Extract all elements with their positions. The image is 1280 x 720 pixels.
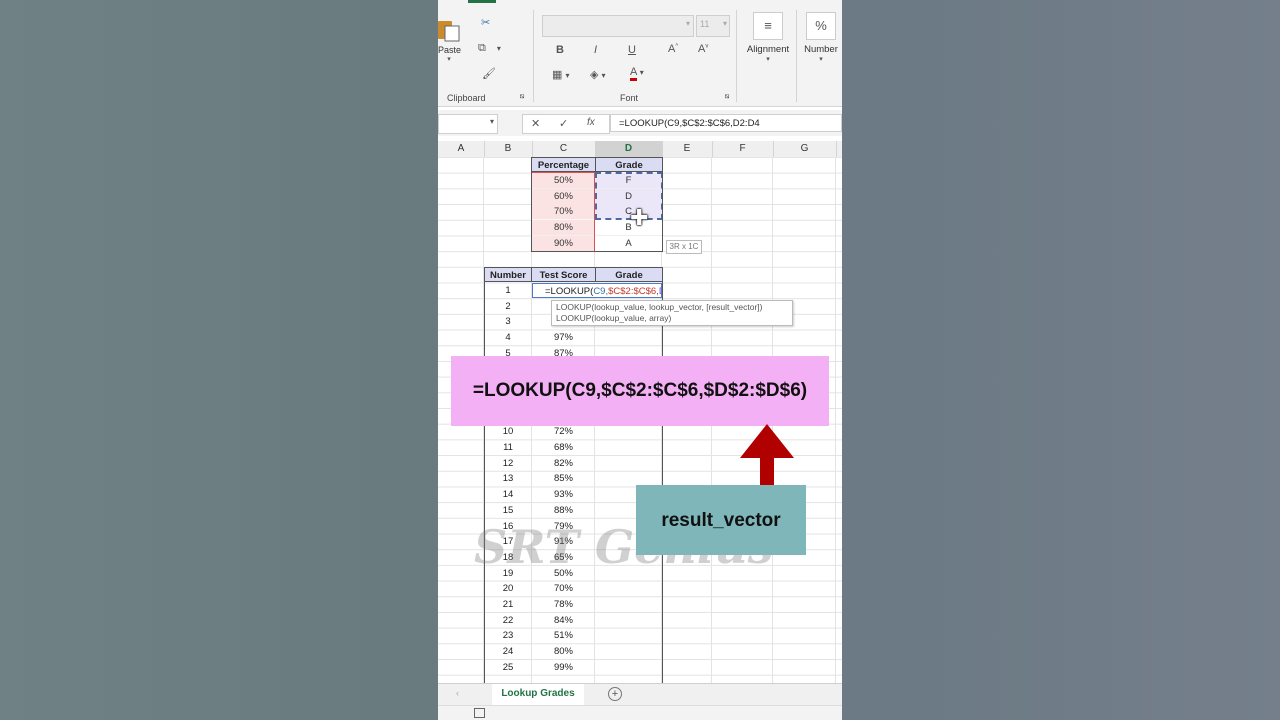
cut-button[interactable]: ✂ bbox=[481, 16, 490, 29]
function-tooltip: LOOKUP(lookup_value, lookup_vector, [res… bbox=[551, 300, 793, 326]
editing-cell[interactable]: =LOOKUP(C9,$C$2:$C$6,D2:D4 bbox=[532, 283, 662, 298]
percent-icon: % bbox=[806, 12, 836, 40]
format-painter-button[interactable]: 🖌 bbox=[482, 67, 496, 80]
paste-label: Paste bbox=[438, 45, 462, 55]
copy-button[interactable]: ⧉ ▾ bbox=[478, 42, 501, 55]
chevron-down-icon: ▾ bbox=[565, 71, 570, 80]
column-header-g[interactable]: G bbox=[773, 141, 837, 157]
status-bar bbox=[438, 705, 842, 720]
scroll-left-icon[interactable]: ‹ bbox=[456, 688, 459, 698]
clipboard-icon bbox=[438, 21, 460, 42]
font-size-select[interactable]: 11 ▾ bbox=[696, 15, 730, 37]
borders-button[interactable]: ▦ ▾ bbox=[552, 68, 569, 81]
divider bbox=[796, 10, 797, 102]
gridline bbox=[835, 157, 836, 683]
dialog-launcher-icon[interactable]: ⧅ bbox=[520, 93, 524, 101]
selection-size-hint: 3R x 1C bbox=[666, 240, 702, 254]
bold-button[interactable]: B bbox=[556, 44, 564, 56]
underline-button[interactable]: U bbox=[628, 44, 636, 56]
macro-recorder-icon[interactable] bbox=[474, 708, 485, 718]
scissors-icon: ✂ bbox=[481, 17, 491, 29]
italic-button[interactable]: I bbox=[594, 44, 597, 56]
divider bbox=[736, 10, 737, 102]
chevron-down-icon: ▾ bbox=[766, 56, 770, 63]
add-sheet-icon[interactable]: + bbox=[608, 687, 622, 701]
enter-icon[interactable]: ✓ bbox=[559, 117, 568, 130]
chevron-down-icon: ▾ bbox=[722, 19, 727, 28]
align-lines-icon: ≡ bbox=[753, 12, 783, 40]
chevron-down-icon: ▾ bbox=[639, 68, 644, 77]
paste-button[interactable]: Paste ▾ bbox=[438, 18, 462, 63]
formula-banner: =LOOKUP(C9,$C$2:$C$6,$D$2:$D$6) bbox=[451, 356, 829, 426]
formula-part-arg2: $C$2:$C$6, bbox=[608, 286, 659, 297]
chevron-down-icon: ▾ bbox=[447, 56, 451, 63]
formula-controls: ✕ ✓ fx bbox=[522, 114, 610, 134]
paint-bucket-icon: ◈ bbox=[590, 69, 599, 81]
arrow-up-icon bbox=[740, 424, 794, 490]
font-color-icon: A bbox=[630, 66, 637, 81]
chevron-down-icon: ▾ bbox=[601, 71, 606, 80]
font-name-select[interactable]: ▾ bbox=[542, 15, 694, 37]
sheet-tab-bar: ‹ Lookup Grades + bbox=[438, 683, 842, 708]
chevron-down-icon: ▾ bbox=[489, 117, 494, 126]
column-header-c[interactable]: C bbox=[532, 141, 596, 157]
column-header-e[interactable]: E bbox=[662, 141, 713, 157]
formula-part-arg1: C9, bbox=[593, 286, 609, 297]
cross-cursor-icon: ✚ bbox=[630, 205, 649, 230]
column-header-a[interactable]: A bbox=[438, 141, 485, 157]
font-size-value: 11 bbox=[700, 19, 710, 29]
brush-icon: 🖌 bbox=[482, 68, 496, 80]
result-vector-callout: result_vector bbox=[636, 485, 806, 555]
fx-icon[interactable]: fx bbox=[587, 117, 595, 128]
number-button[interactable]: % Number ▾ bbox=[801, 12, 841, 63]
tooltip-syntax-line-2[interactable]: LOOKUP(lookup_value, array) bbox=[552, 313, 792, 323]
chevron-down-icon: ▾ bbox=[496, 44, 501, 53]
column-headers: ABCDEFG bbox=[438, 141, 842, 158]
copy-icon: ⧉ bbox=[478, 42, 486, 54]
alignment-label: Alignment bbox=[746, 44, 790, 55]
home-tab-indicator bbox=[468, 0, 496, 3]
font-group-label: Font bbox=[620, 93, 639, 103]
chevron-down-icon: ▾ bbox=[685, 19, 690, 28]
clipboard-group-label: Clipboard bbox=[447, 93, 486, 103]
formula-bar: ▾ ✕ ✓ fx =LOOKUP(C9,$C$2:$C$6,D2:D4 bbox=[438, 110, 842, 136]
tooltip-syntax-line-1[interactable]: LOOKUP(lookup_value, lookup_vector, [res… bbox=[552, 301, 792, 313]
alignment-button[interactable]: ≡ Alignment ▾ bbox=[744, 12, 792, 63]
fill-color-button[interactable]: ◈ ▾ bbox=[590, 68, 606, 81]
chevron-down-icon: ▾ bbox=[819, 56, 823, 63]
dialog-launcher-icon[interactable]: ⧅ bbox=[725, 93, 729, 101]
number-label: Number bbox=[804, 44, 838, 55]
formula-input[interactable]: =LOOKUP(C9,$C$2:$C$6,D2:D4 bbox=[610, 114, 842, 132]
decrease-font-icon[interactable]: Av bbox=[698, 43, 708, 55]
border-grid-icon: ▦ bbox=[552, 69, 563, 81]
column-header-b[interactable]: B bbox=[484, 141, 533, 157]
column-header-f[interactable]: F bbox=[712, 141, 774, 157]
formula-part-prefix: =LOOKUP( bbox=[545, 286, 594, 297]
font-color-button[interactable]: A ▾ bbox=[630, 66, 644, 81]
column-header-d[interactable]: D bbox=[595, 141, 663, 157]
formula-part-arg3: D2:D4 bbox=[659, 286, 661, 297]
divider bbox=[533, 10, 534, 102]
increase-font-icon[interactable]: A^ bbox=[668, 43, 678, 55]
score-table-border bbox=[484, 267, 663, 683]
ribbon: Paste ▾ ✂ ⧉ ▾ 🖌 Clipboard ⧅ ▾ 11 ▾ B I U … bbox=[438, 0, 842, 107]
name-box[interactable]: ▾ bbox=[438, 114, 498, 134]
cancel-icon[interactable]: ✕ bbox=[531, 117, 540, 130]
